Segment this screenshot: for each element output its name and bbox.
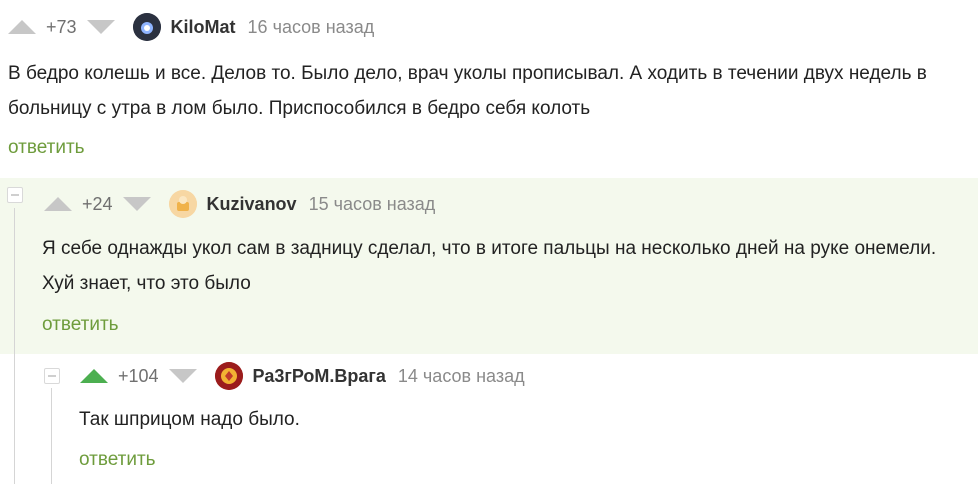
author-name[interactable]: Kuzivanov (207, 194, 297, 215)
thread-line[interactable] (14, 354, 15, 484)
comment-3: +104 Ра3гРоМ.Врага 14 часов назад Так шп… (0, 354, 978, 484)
comment-2: +24 Kuzivanov 15 часов назад Я себе одна… (0, 178, 978, 354)
avatar[interactable] (168, 190, 197, 218)
downvote-icon[interactable] (122, 196, 151, 212)
downvote-icon[interactable] (168, 368, 197, 384)
rating: +73 (46, 16, 77, 37)
thread-line[interactable] (51, 388, 52, 484)
timestamp[interactable]: 14 часов назад (398, 366, 525, 387)
comment-header: +24 Kuzivanov 15 часов назад (44, 186, 435, 222)
upvote-icon[interactable] (44, 196, 72, 212)
timestamp[interactable]: 15 часов назад (309, 194, 436, 215)
comment-text: Я себе однажды укол сам в задницу сделал… (42, 238, 937, 294)
rating: +104 (118, 365, 159, 386)
collapse-thread-button[interactable] (7, 187, 23, 203)
collapse-thread-button[interactable] (44, 368, 60, 384)
rating: +24 (82, 193, 113, 214)
thread-line[interactable] (14, 208, 15, 354)
comment-header: +104 Ра3гРоМ.Врага 14 часов назад (80, 358, 525, 394)
author-name[interactable]: Ра3гРоМ.Врага (253, 366, 386, 387)
comment-header: +73 KiloMat 16 часов назад (8, 9, 374, 45)
comment-text: Так шприцом надо было. (79, 409, 300, 430)
reply-link[interactable]: ответить (8, 137, 85, 159)
reply-link[interactable]: ответить (42, 314, 119, 336)
comment-text: В бедро колешь и все. Делов то. Было дел… (8, 63, 927, 119)
upvote-icon[interactable] (8, 19, 36, 35)
avatar[interactable] (132, 13, 161, 41)
reply-link[interactable]: ответить (79, 449, 156, 471)
author-name[interactable]: KiloMat (171, 17, 236, 38)
upvote-icon[interactable] (80, 368, 108, 384)
timestamp[interactable]: 16 часов назад (248, 17, 375, 38)
downvote-icon[interactable] (86, 19, 115, 35)
comment-1: +73 KiloMat 16 часов назад В бедро колеш… (0, 0, 978, 178)
avatar[interactable] (214, 362, 243, 390)
